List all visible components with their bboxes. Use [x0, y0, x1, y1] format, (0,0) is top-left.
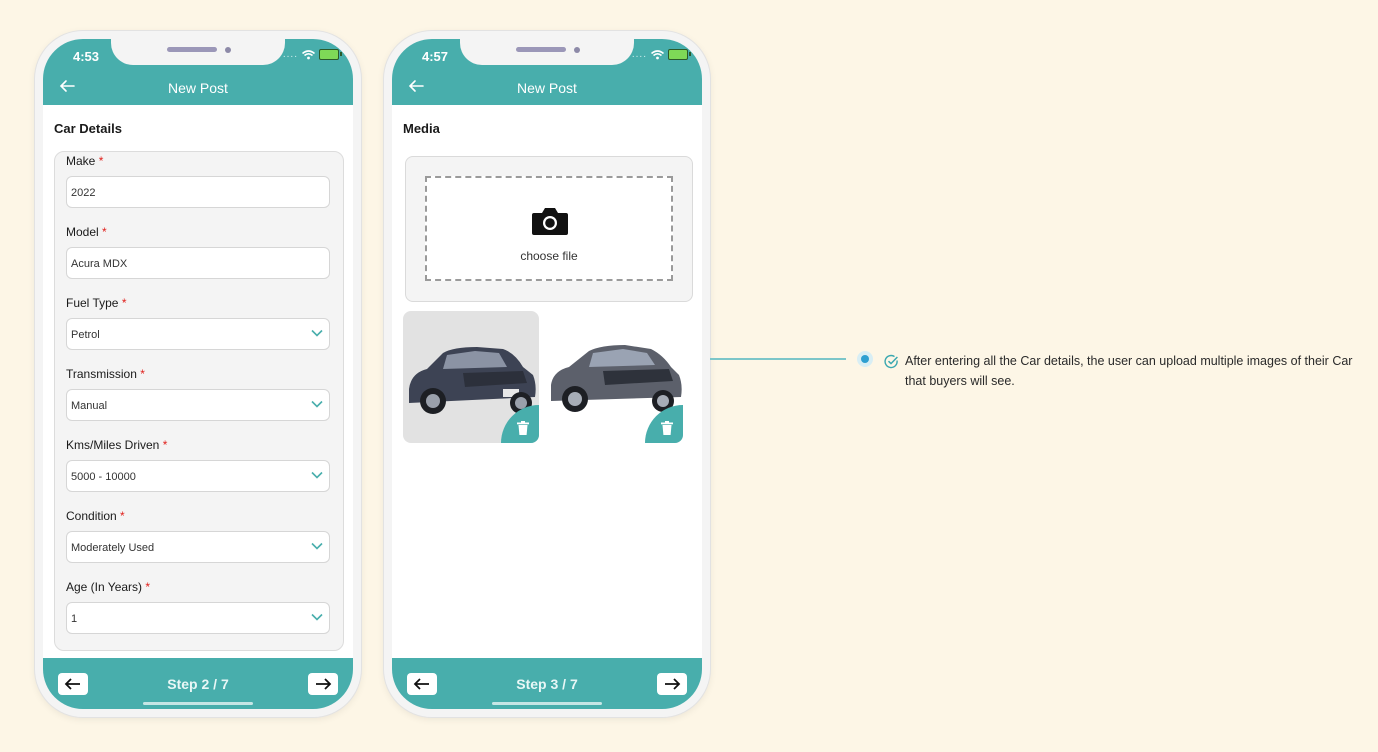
- fuel-type-value: Petrol: [71, 329, 100, 341]
- kms-driven-select[interactable]: 5000 - 10000: [66, 460, 330, 492]
- arrow-right-icon: [665, 678, 681, 690]
- make-input[interactable]: 2022: [66, 176, 330, 208]
- screen-car-details: 4:53 .... New Post Car Details Make * 20…: [43, 39, 353, 709]
- fuel-type-label: Fuel Type *: [66, 296, 127, 310]
- app-header: 4:53 .... New Post: [43, 39, 353, 105]
- model-label: Model *: [66, 225, 107, 239]
- section-title: Car Details: [54, 121, 122, 136]
- header-title: New Post: [517, 80, 577, 96]
- home-indicator: [492, 702, 602, 705]
- trash-icon: [517, 421, 529, 435]
- chevron-down-icon: [311, 471, 323, 479]
- step-navigation-bar: Step 2 / 7: [43, 658, 353, 709]
- choose-file-label: choose file: [520, 249, 578, 263]
- section-title: Media: [403, 121, 440, 136]
- status-time: 4:57: [422, 49, 449, 64]
- age-select[interactable]: 1: [66, 602, 330, 634]
- condition-select[interactable]: Moderately Used: [66, 531, 330, 563]
- notch: [460, 39, 634, 65]
- transmission-label: Transmission *: [66, 367, 145, 381]
- chevron-down-icon: [311, 542, 323, 550]
- phone-frame-car-details: 4:53 .... New Post Car Details Make * 20…: [35, 31, 361, 717]
- home-indicator: [143, 702, 253, 705]
- chevron-down-icon: [311, 400, 323, 408]
- next-step-button[interactable]: [657, 673, 687, 695]
- wifi-icon: [302, 49, 315, 59]
- age-value: 1: [71, 613, 78, 625]
- speaker: [167, 47, 217, 52]
- next-step-button[interactable]: [308, 673, 338, 695]
- callout-marker: [857, 351, 873, 367]
- status-icons: ....: [631, 49, 691, 60]
- make-label: Make *: [66, 154, 104, 168]
- screen-media: 4:57 .... New Post Media choose file Ste…: [392, 39, 702, 709]
- status-time: 4:53: [73, 49, 100, 64]
- kms-driven-value: 5000 - 10000: [71, 471, 136, 483]
- kms-driven-label: Kms/Miles Driven *: [66, 438, 168, 452]
- front-camera: [225, 47, 231, 53]
- speaker: [516, 47, 566, 52]
- upload-area: choose file: [405, 156, 693, 302]
- step-indicator: Step 2 / 7: [167, 676, 229, 692]
- phone-frame-media: 4:57 .... New Post Media choose file Ste…: [384, 31, 710, 717]
- uploaded-image-1: [403, 311, 539, 443]
- choose-file-dropzone[interactable]: choose file: [425, 176, 673, 281]
- model-input[interactable]: Acura MDX: [66, 247, 330, 279]
- uploaded-image-2: [547, 311, 683, 443]
- header-title: New Post: [168, 80, 228, 96]
- chevron-down-icon: [311, 613, 323, 621]
- arrow-right-icon: [316, 678, 332, 690]
- callout-marker-dot: [861, 355, 869, 363]
- car-details-form: Make * 2022 Model * Acura MDX Fuel Type …: [54, 151, 344, 651]
- chevron-down-icon: [311, 329, 323, 337]
- fuel-type-select[interactable]: Petrol: [66, 318, 330, 350]
- notch: [111, 39, 285, 65]
- condition-label: Condition *: [66, 509, 125, 523]
- battery-icon: [319, 49, 342, 60]
- app-header: 4:57 .... New Post: [392, 39, 702, 105]
- battery-icon: [668, 49, 691, 60]
- step-navigation-bar: Step 3 / 7: [392, 658, 702, 709]
- condition-value: Moderately Used: [71, 542, 155, 554]
- transmission-value: Manual: [71, 400, 108, 412]
- wifi-icon: [651, 49, 664, 59]
- annotation-text: After entering all the Car details, the …: [905, 354, 1353, 388]
- age-label: Age (In Years) *: [66, 580, 151, 594]
- signal-dots-icon: ....: [282, 49, 298, 60]
- signal-dots-icon: ....: [631, 49, 647, 60]
- front-camera: [574, 47, 580, 53]
- callout-connector-line: [710, 358, 846, 360]
- status-icons: ....: [282, 49, 342, 60]
- check-circle-icon: [884, 354, 898, 369]
- step-indicator: Step 3 / 7: [516, 676, 578, 692]
- transmission-select[interactable]: Manual: [66, 389, 330, 421]
- camera-icon: [532, 208, 568, 235]
- trash-icon: [661, 421, 673, 435]
